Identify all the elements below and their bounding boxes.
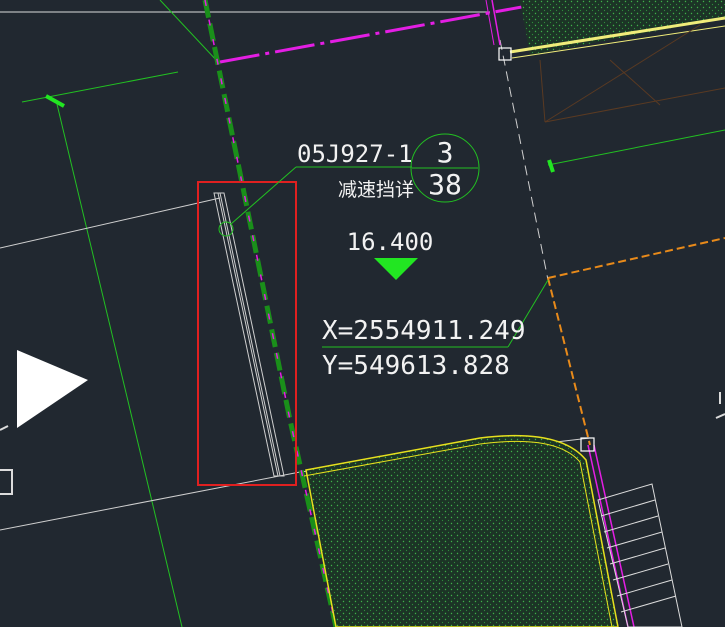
coordinate-x: X=2554911.249 <box>322 316 526 346</box>
selection-box[interactable] <box>197 181 297 486</box>
elevation-triangle-icon <box>374 258 418 280</box>
green-dashed-boundary <box>202 0 339 627</box>
magenta-road-line <box>219 0 561 64</box>
cad-drawing-canvas[interactable]: 05J927-1 减速挡详 3 38 16.400 X=2554911.249 … <box>0 0 725 627</box>
elevation-value: 16.400 <box>347 228 434 256</box>
left-edge-fragments <box>0 425 13 495</box>
orange-dashed-line <box>547 237 725 446</box>
grip-square-icon[interactable] <box>580 437 595 452</box>
coordinate-y: Y=549613.828 <box>322 351 510 381</box>
detail-bubble-number: 3 <box>437 136 454 169</box>
detail-description: 减速挡详 <box>338 179 414 201</box>
detail-reference-code: 05J927-1 <box>297 140 413 168</box>
hatched-area-bottom <box>305 434 619 627</box>
right-edge-fragment <box>715 392 725 419</box>
direction-arrow-icon <box>17 350 88 428</box>
grip-square-icon[interactable] <box>498 47 512 61</box>
detail-bubble-sheet: 38 <box>428 168 462 201</box>
